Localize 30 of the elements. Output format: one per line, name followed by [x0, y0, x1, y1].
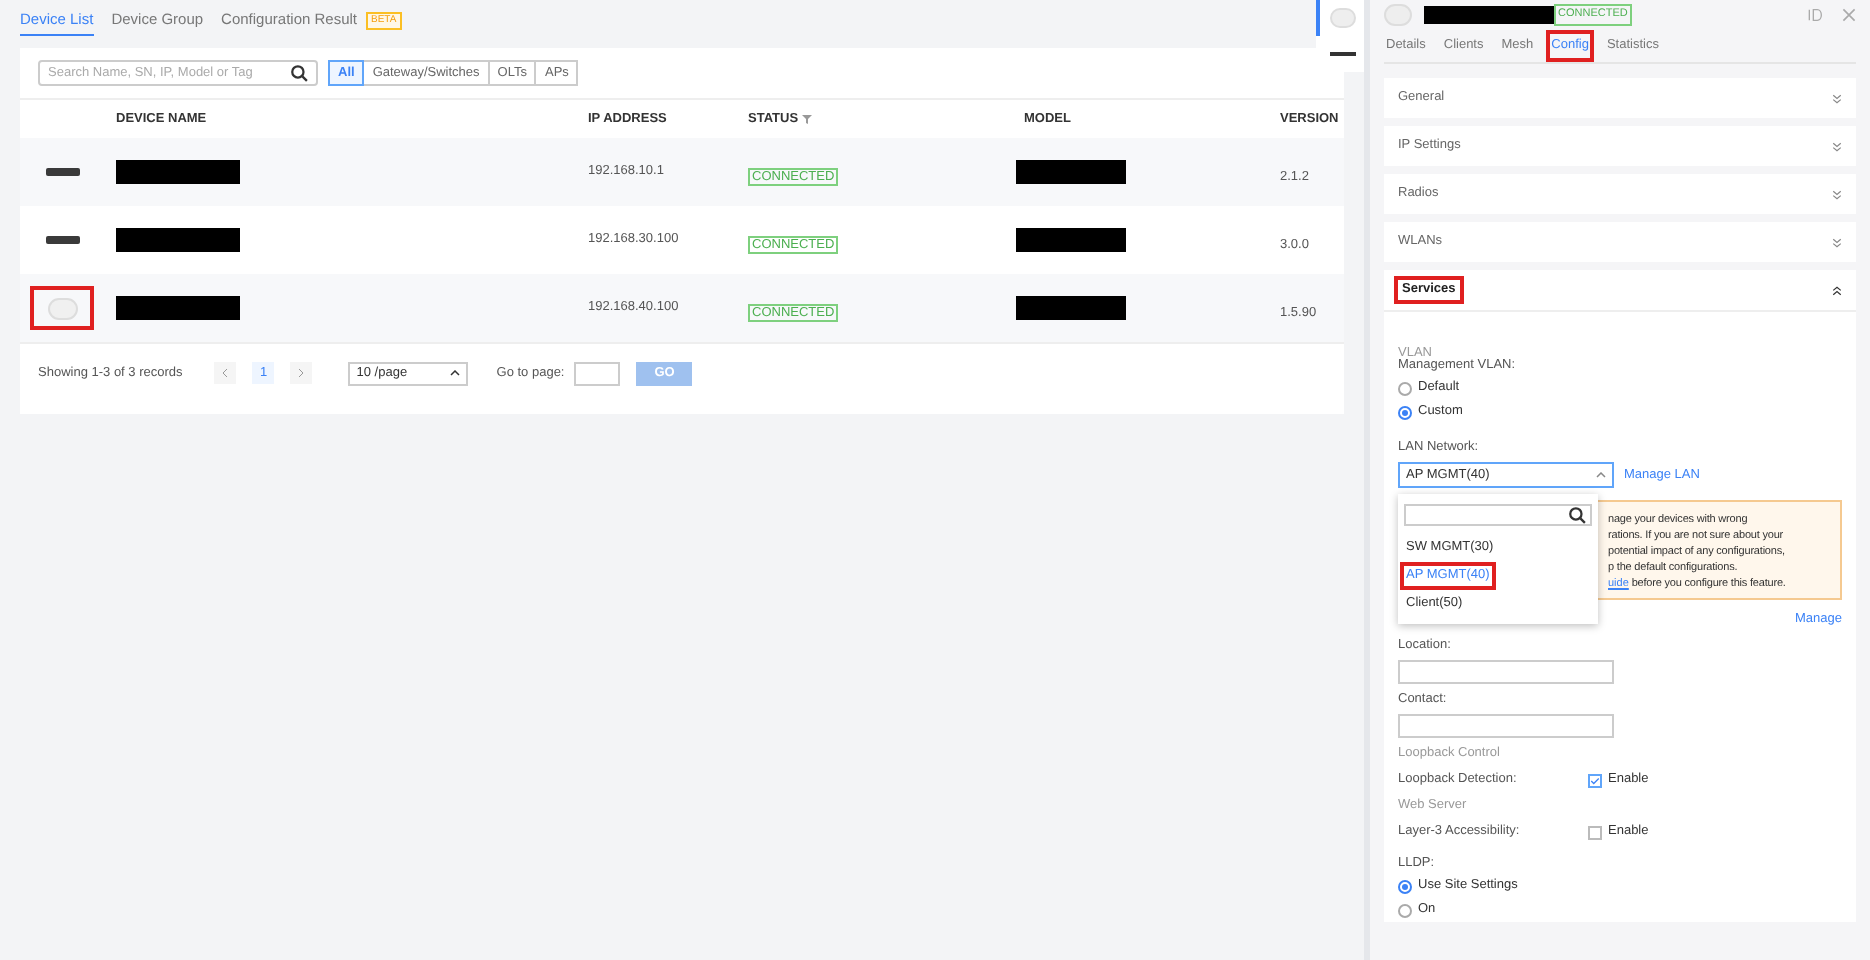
chevron-left-icon: [222, 368, 229, 378]
close-icon[interactable]: [1842, 8, 1856, 22]
access-point-icon: [47, 297, 77, 319]
switch-icon: [45, 236, 79, 244]
search-icon: [1568, 506, 1586, 524]
radio-button[interactable]: [1398, 405, 1412, 419]
redaction-block: [1016, 228, 1126, 252]
id-card-icon[interactable]: [1808, 8, 1824, 22]
text-field[interactable]: [1398, 714, 1614, 738]
redaction-block: [1016, 160, 1126, 184]
redaction-block: [116, 228, 240, 252]
page-number-field[interactable]: [574, 361, 621, 385]
text-field[interactable]: [1398, 660, 1614, 684]
switch-icon: [45, 168, 79, 176]
search-icon: [290, 64, 308, 82]
redaction-block: [1424, 6, 1554, 24]
radio-button[interactable]: [1398, 381, 1412, 395]
redaction-block: [116, 296, 240, 320]
filter-icon[interactable]: [802, 114, 813, 124]
redaction-block: [116, 160, 240, 184]
caret-icon: [450, 370, 461, 376]
caret-icon: [1596, 472, 1606, 478]
checkbox[interactable]: [1588, 825, 1602, 839]
access-point-icon: [1329, 8, 1355, 28]
radio-button[interactable]: [1398, 903, 1412, 917]
redaction-block: [1016, 296, 1126, 320]
chevron-right-icon: [298, 368, 305, 378]
checkbox[interactable]: [1588, 773, 1602, 787]
radio-button[interactable]: [1398, 879, 1412, 893]
dropdown-search-field[interactable]: [1404, 504, 1592, 526]
